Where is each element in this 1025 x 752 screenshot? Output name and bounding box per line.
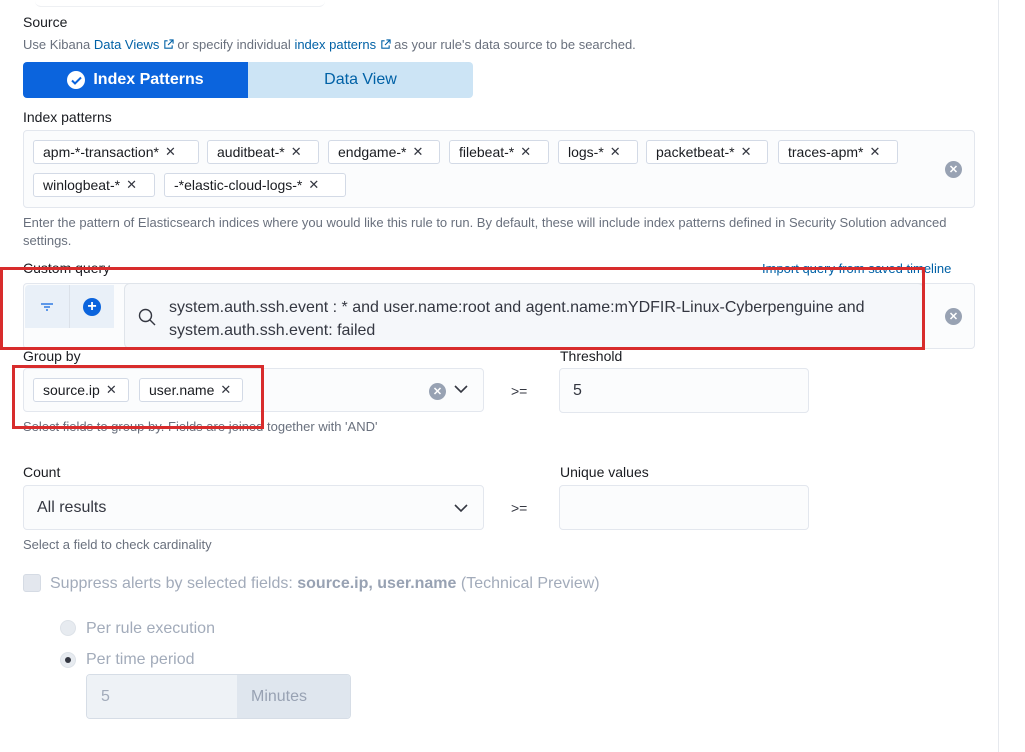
pill-label: traces-apm* bbox=[788, 144, 864, 160]
per-rule-execution-radio[interactable] bbox=[60, 620, 76, 636]
threshold-operator: >= bbox=[511, 383, 528, 399]
index-pattern-pill[interactable]: -*elastic-cloud-logs-* ✕ bbox=[164, 173, 346, 197]
index-patterns-link[interactable]: index patterns bbox=[294, 37, 376, 52]
external-link-icon bbox=[164, 39, 174, 49]
unique-values-operator: >= bbox=[511, 500, 528, 516]
clear-icon[interactable]: ✕ bbox=[945, 161, 962, 178]
source-toggle: Index Patterns Data View bbox=[23, 62, 473, 98]
close-icon[interactable]: ✕ bbox=[520, 144, 531, 160]
panel-divider bbox=[998, 0, 999, 752]
check-icon bbox=[67, 71, 86, 89]
count-select[interactable]: All results bbox=[23, 485, 484, 530]
close-icon[interactable]: ✕ bbox=[413, 144, 424, 160]
suppress-suffix: (Technical Preview) bbox=[460, 575, 600, 592]
index-pattern-pill[interactable]: filebeat-* ✕ bbox=[449, 140, 549, 164]
duration-unit-select[interactable]: Minutes bbox=[237, 675, 350, 718]
data-views-link[interactable]: Data Views bbox=[94, 37, 160, 52]
close-icon[interactable]: ✕ bbox=[869, 144, 880, 160]
clear-icon[interactable]: ✕ bbox=[429, 383, 446, 400]
duration-input[interactable]: 5 bbox=[87, 675, 237, 718]
source-help-suffix: as your rule's data source to be searche… bbox=[394, 37, 636, 52]
close-icon[interactable]: ✕ bbox=[741, 144, 752, 160]
pill-label: apm-*-transaction* bbox=[43, 144, 159, 160]
close-icon[interactable]: ✕ bbox=[126, 177, 137, 193]
source-title: Source bbox=[23, 14, 68, 30]
pill-label: logs-* bbox=[568, 144, 604, 160]
count-label: Count bbox=[23, 464, 61, 480]
suppress-checkbox[interactable] bbox=[23, 574, 41, 592]
index-pattern-pill[interactable]: apm-*-transaction* ✕ bbox=[33, 140, 199, 164]
close-icon[interactable]: ✕ bbox=[308, 177, 319, 193]
pill-label: packetbeat-* bbox=[656, 144, 735, 160]
close-icon[interactable]: ✕ bbox=[165, 144, 176, 160]
pill-label: -*elastic-cloud-logs-* bbox=[174, 177, 303, 193]
pill-label: filebeat-* bbox=[459, 144, 515, 160]
per-time-period-radio[interactable] bbox=[60, 652, 76, 668]
radio-selected-dot bbox=[65, 657, 71, 663]
index-patterns-label: Index patterns bbox=[23, 109, 112, 125]
count-select-value: All results bbox=[37, 498, 107, 516]
source-help-middle: or specify individual bbox=[177, 37, 291, 52]
duration-group: 5 Minutes bbox=[86, 674, 351, 719]
group-by-label: Group by bbox=[23, 348, 81, 364]
suppress-label: Suppress alerts by selected fields: sour… bbox=[50, 575, 600, 593]
per-time-period-label: Per time period bbox=[86, 651, 195, 668]
suppress-fields: source.ip, user.name bbox=[297, 575, 457, 592]
source-help-prefix: Use Kibana bbox=[23, 37, 91, 52]
index-pattern-pill[interactable]: logs-* ✕ bbox=[558, 140, 638, 164]
card-top-edge bbox=[35, 0, 325, 7]
threshold-label: Threshold bbox=[560, 348, 623, 364]
clear-query-icon[interactable]: ✕ bbox=[945, 308, 962, 325]
annotation-box bbox=[0, 267, 925, 350]
index-pattern-pill[interactable]: winlogbeat-* ✕ bbox=[33, 173, 155, 197]
pill-label: winlogbeat-* bbox=[43, 177, 121, 193]
threshold-input[interactable]: 5 bbox=[559, 368, 809, 413]
index-patterns-combobox[interactable]: apm-*-transaction* ✕ auditbeat-* ✕ endgame… bbox=[23, 130, 975, 208]
data-view-toggle-button[interactable]: Data View bbox=[248, 62, 473, 98]
chevron-down-icon[interactable] bbox=[454, 385, 468, 394]
index-pattern-pill[interactable]: endgame-* ✕ bbox=[328, 140, 440, 164]
index-patterns-toggle-label: Index Patterns bbox=[93, 71, 204, 88]
unique-values-label: Unique values bbox=[560, 464, 649, 480]
count-help: Select a field to check cardinality bbox=[23, 537, 212, 552]
annotation-box bbox=[12, 365, 264, 429]
index-pattern-pill[interactable]: traces-apm* ✕ bbox=[778, 140, 898, 164]
unique-values-input[interactable] bbox=[559, 485, 809, 530]
data-view-toggle-label: Data View bbox=[324, 71, 397, 88]
per-rule-execution-label: Per rule execution bbox=[86, 620, 215, 637]
suppress-prefix: Suppress alerts by selected fields: bbox=[50, 575, 293, 592]
chevron-down-icon bbox=[454, 504, 468, 513]
index-pattern-pill[interactable]: packetbeat-* ✕ bbox=[646, 140, 768, 164]
index-pattern-pill[interactable]: auditbeat-* ✕ bbox=[207, 140, 319, 164]
external-link-icon bbox=[381, 39, 391, 49]
pill-label: endgame-* bbox=[338, 144, 407, 160]
source-help: Use Kibana Data Views or specify individu… bbox=[23, 36, 636, 54]
index-patterns-toggle-button[interactable]: Index Patterns bbox=[23, 62, 248, 98]
index-patterns-help: Enter the pattern of Elasticsearch indic… bbox=[23, 215, 947, 248]
close-icon[interactable]: ✕ bbox=[291, 144, 302, 160]
pill-label: auditbeat-* bbox=[217, 144, 285, 160]
close-icon[interactable]: ✕ bbox=[610, 144, 621, 160]
